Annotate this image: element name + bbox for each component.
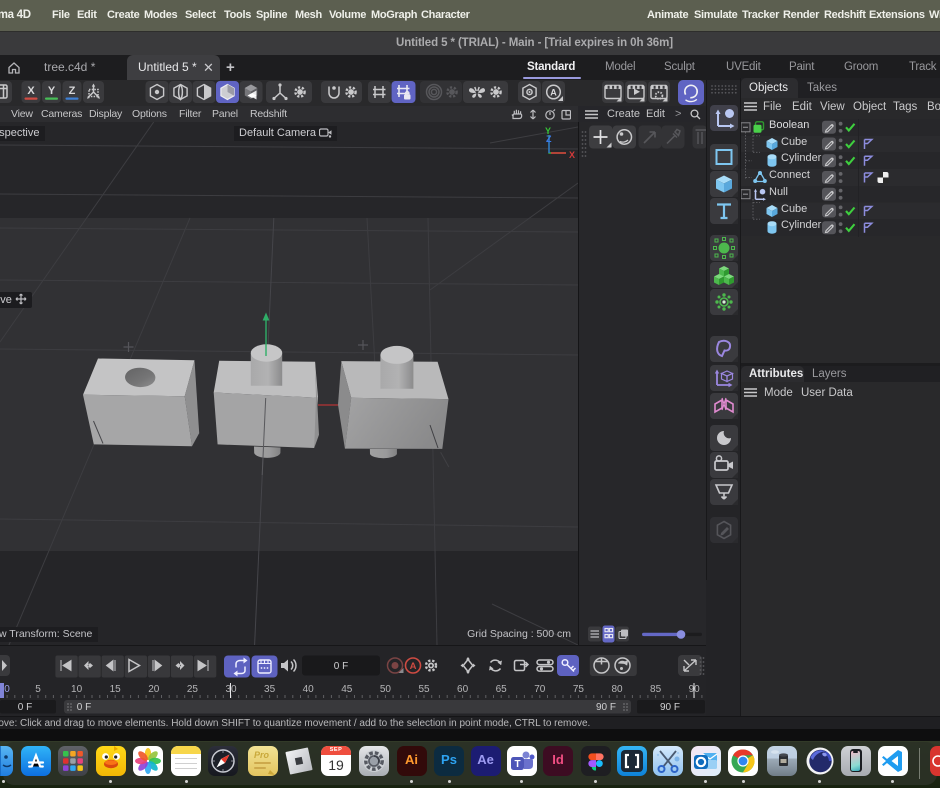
svg-text:20: 20 (148, 684, 160, 695)
svg-text:A: A (410, 661, 417, 672)
svg-text:45: 45 (341, 684, 353, 695)
svg-text:75: 75 (573, 684, 585, 695)
svg-text:80: 80 (611, 684, 623, 695)
svg-text:A: A (550, 88, 557, 98)
svg-text:60: 60 (457, 684, 469, 695)
svg-text:X: X (27, 85, 35, 97)
svg-text:30: 30 (225, 684, 237, 695)
svg-text:90 F: 90 F (660, 702, 680, 713)
svg-text:25: 25 (187, 684, 199, 695)
svg-text:35: 35 (264, 684, 276, 695)
svg-text:5: 5 (35, 684, 41, 695)
svg-text:50: 50 (380, 684, 392, 695)
svg-text:40: 40 (303, 684, 315, 695)
svg-text:0 F: 0 F (334, 661, 348, 672)
svg-text:0 F: 0 F (18, 702, 32, 713)
svg-text:T: T (514, 759, 520, 770)
svg-text:55: 55 (418, 684, 430, 695)
svg-text:Z: Z (69, 85, 76, 97)
svg-text:90 F: 90 F (596, 702, 616, 713)
svg-text:65: 65 (496, 684, 508, 695)
svg-text:10: 10 (71, 684, 83, 695)
svg-text:15: 15 (110, 684, 122, 695)
svg-text:0: 0 (4, 684, 10, 695)
svg-text:Pro: Pro (254, 750, 270, 760)
svg-text:85: 85 (650, 684, 662, 695)
svg-text:Y: Y (48, 85, 56, 97)
svg-text:Z: Z (546, 134, 552, 144)
svg-text:70: 70 (534, 684, 546, 695)
svg-text:X: X (569, 150, 575, 160)
svg-text:0 F: 0 F (77, 702, 91, 713)
